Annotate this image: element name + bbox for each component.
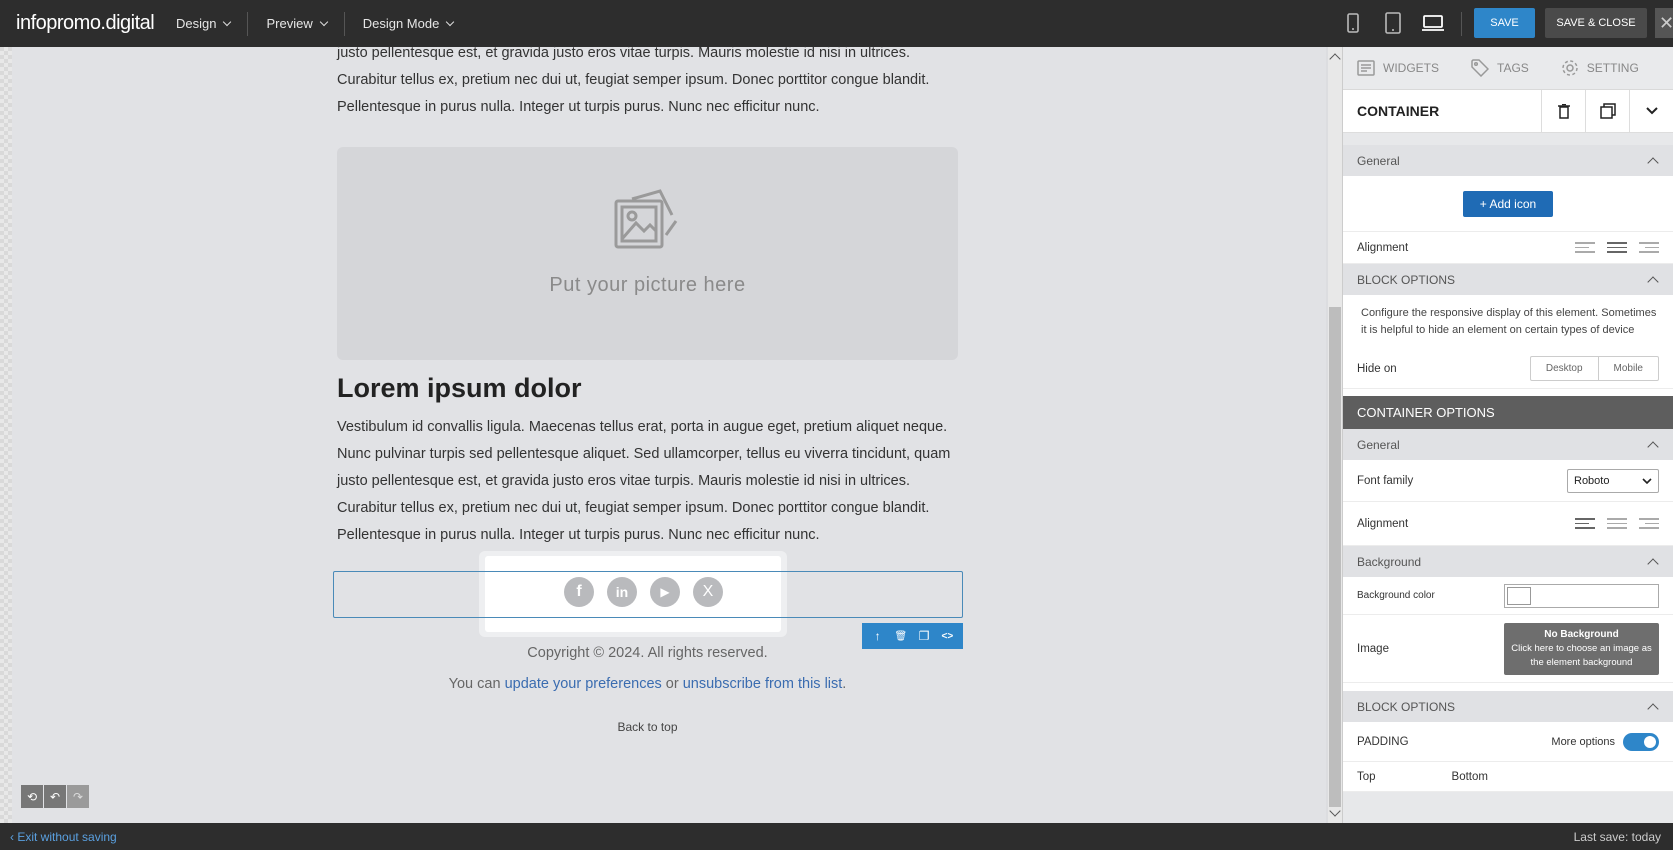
padding-top-label: Top	[1357, 770, 1376, 783]
more-options-toggle[interactable]	[1623, 732, 1659, 751]
panel-header: CONTAINER	[1343, 89, 1673, 133]
section-general-2[interactable]: General	[1343, 429, 1673, 460]
save-button[interactable]: SAVE	[1474, 8, 1535, 38]
linkedin-icon[interactable]: in	[607, 577, 637, 607]
image-icon	[614, 189, 678, 249]
image-label: Image	[1357, 642, 1389, 655]
panel-title: CONTAINER	[1357, 103, 1440, 119]
tab-setting[interactable]: SETTING	[1561, 59, 1639, 77]
chevron-up-icon	[1647, 276, 1659, 288]
exit-without-saving-link[interactable]: ‹ Exit without saving	[10, 830, 117, 844]
more-options-label: More options	[1551, 735, 1615, 748]
last-save-status: Last save: today	[1573, 829, 1661, 844]
menu-design[interactable]: Design	[158, 12, 247, 36]
hide-on-label: Hide on	[1357, 362, 1397, 375]
duplicate-icon[interactable]	[1585, 89, 1629, 133]
chevron-down-icon	[223, 17, 232, 27]
image-placeholder[interactable]: Put your picture here	[337, 147, 958, 360]
scroll-down-icon[interactable]	[1329, 805, 1341, 817]
hide-mobile-button[interactable]: Mobile	[1597, 357, 1658, 380]
background-image-picker[interactable]: No Background Click here to choose an im…	[1504, 622, 1659, 675]
alignment-label-2: Alignment	[1357, 517, 1409, 530]
chevron-up-icon	[1647, 558, 1659, 570]
gear-icon	[1562, 60, 1578, 76]
preferences-text: You can update your preferences or unsub…	[448, 676, 847, 692]
background-color-label: Background color	[1357, 590, 1435, 601]
properties-panel: WIDGETS TAGS SETTING CONTAINER General +…	[1342, 47, 1673, 823]
color-swatch[interactable]	[1507, 586, 1531, 605]
unsubscribe-link[interactable]: unsubscribe from this list	[683, 676, 843, 692]
chevron-down-icon	[1642, 477, 1652, 484]
background-color-input[interactable]	[1504, 583, 1659, 608]
youtube-icon[interactable]: ▶	[650, 577, 680, 607]
chevron-down-icon	[446, 17, 455, 27]
chevron-up-icon	[1647, 157, 1659, 169]
social-icons: f in ▶ X	[564, 577, 723, 607]
code-icon[interactable]: <>	[937, 631, 957, 642]
section-block-options-2[interactable]: BLOCK OPTIONS	[1343, 691, 1673, 722]
section-block-options[interactable]: BLOCK OPTIONS	[1343, 264, 1673, 295]
add-icon-button[interactable]: + Add icon	[1462, 190, 1554, 217]
scroll-up-icon[interactable]	[1329, 53, 1341, 65]
section-background[interactable]: Background	[1343, 546, 1673, 577]
delete-icon[interactable]	[1541, 89, 1585, 133]
move-up-icon[interactable]: ↑	[868, 629, 888, 643]
picture-placeholder-text: Put your picture here	[549, 274, 746, 296]
alignment-label: Alignment	[1357, 241, 1409, 254]
undo-icon[interactable]: ↶	[44, 785, 66, 808]
close-icon[interactable]: ✕	[1655, 8, 1673, 38]
padding-label: PADDING	[1357, 735, 1409, 748]
container-options-header: CONTAINER OPTIONS	[1343, 396, 1673, 429]
chevron-up-icon	[1647, 703, 1659, 715]
align-left-icon[interactable]	[1575, 242, 1595, 253]
copyright-text: Copyright © 2024. All rights reserved.	[527, 645, 768, 661]
padding-bottom-label: Bottom	[1451, 770, 1488, 783]
x-icon[interactable]: X	[693, 577, 723, 607]
tablet-icon[interactable]	[1378, 10, 1408, 36]
delete-icon[interactable]: 🗑	[891, 631, 911, 642]
history-icon[interactable]: ⟲	[21, 785, 43, 808]
logo[interactable]: infopromo.digital	[16, 12, 155, 35]
chevron-down-icon[interactable]	[1629, 89, 1673, 133]
widgets-icon	[1357, 60, 1375, 76]
canvas-scrollbar[interactable]	[1328, 47, 1342, 823]
align-right-icon[interactable]	[1639, 242, 1659, 253]
bottom-bar: ‹ Exit without saving Last save: today	[0, 823, 1673, 850]
text-block[interactable]: justo pellentesque est, et gravida justo…	[337, 40, 957, 121]
desktop-icon[interactable]	[1418, 10, 1448, 36]
history-controls: ⟲ ↶ ↷	[21, 785, 89, 808]
update-preferences-link[interactable]: update your preferences	[505, 676, 662, 692]
block-options-description: Configure the responsive display of this…	[1343, 295, 1673, 349]
chevron-up-icon	[1647, 441, 1659, 453]
tab-tags[interactable]: TAGS	[1471, 59, 1529, 77]
duplicate-icon[interactable]: ❐	[914, 629, 934, 643]
menu-preview[interactable]: Preview	[248, 12, 343, 36]
font-family-label: Font family	[1357, 474, 1414, 487]
align-left-icon[interactable]	[1575, 518, 1595, 529]
tab-widgets[interactable]: WIDGETS	[1357, 60, 1439, 76]
font-family-select[interactable]: Roboto	[1567, 468, 1659, 493]
align-right-icon[interactable]	[1639, 518, 1659, 529]
align-center-icon[interactable]	[1607, 242, 1627, 253]
text-block[interactable]: Vestibulum id convallis ligula. Maecenas…	[337, 414, 957, 549]
align-center-icon[interactable]	[1607, 518, 1627, 529]
mobile-icon[interactable]	[1338, 10, 1368, 36]
save-close-button[interactable]: SAVE & CLOSE	[1545, 8, 1647, 38]
heading[interactable]: Lorem ipsum dolor	[337, 373, 582, 404]
hide-desktop-button[interactable]: Desktop	[1531, 357, 1598, 380]
tag-icon	[1471, 59, 1489, 77]
chevron-down-icon	[319, 17, 328, 27]
facebook-icon[interactable]: f	[564, 577, 594, 607]
section-general[interactable]: General	[1343, 145, 1673, 176]
menu-design-mode[interactable]: Design Mode	[345, 12, 471, 36]
back-to-top-link[interactable]: Back to top	[337, 720, 958, 734]
redo-icon[interactable]: ↷	[67, 785, 89, 808]
